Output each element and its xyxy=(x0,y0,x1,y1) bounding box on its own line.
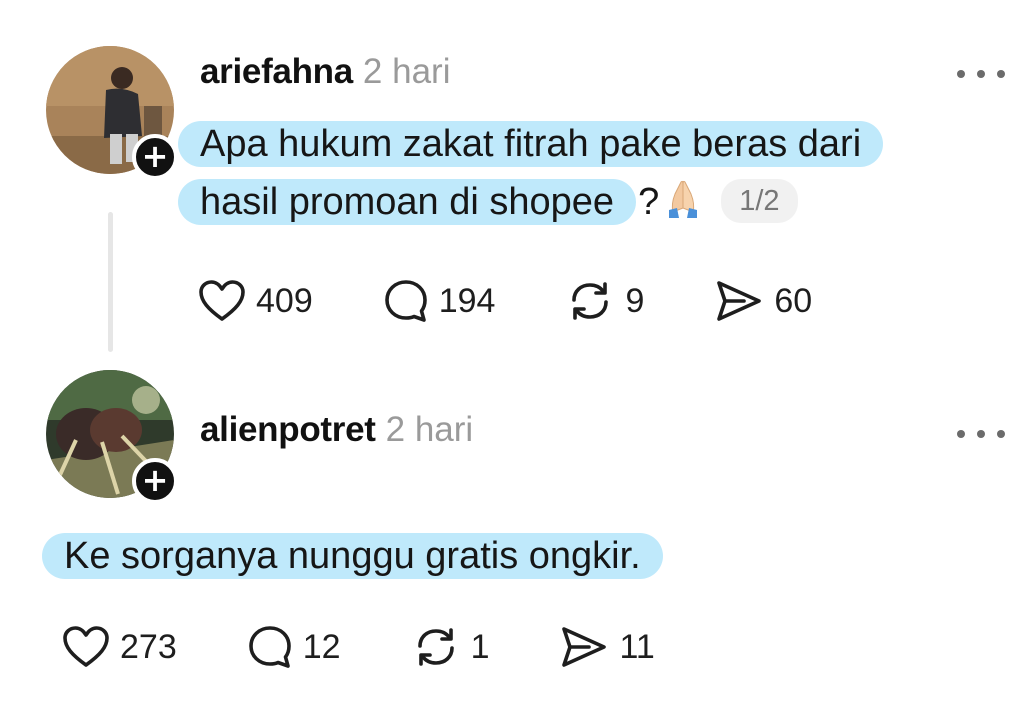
repost-icon xyxy=(411,624,461,670)
more-dot xyxy=(977,70,985,78)
avatar-ariefahna-wrap[interactable]: + xyxy=(46,46,178,180)
praying-hands-icon xyxy=(663,178,703,232)
repost-button[interactable]: 9 xyxy=(565,278,644,324)
follow-plus-button[interactable]: + xyxy=(132,458,178,504)
post-actions: 409 194 9 60 xyxy=(198,276,882,326)
repost-count: 1 xyxy=(470,627,490,666)
reply-button[interactable]: 194 xyxy=(383,278,496,324)
post-header: ariefahna 2 hari xyxy=(200,52,450,102)
post-text-line-1: Apa hukum zakat fitrah pake beras dari xyxy=(178,120,884,168)
follow-plus-button[interactable]: + xyxy=(132,134,178,180)
repost-button[interactable]: 1 xyxy=(411,624,490,670)
reply-count: 12 xyxy=(302,627,341,666)
post-alienpotret[interactable]: + alienpotret 2 hari Ke sorganya nunggu … xyxy=(0,360,1027,711)
more-dot xyxy=(997,430,1005,438)
more-dot xyxy=(957,430,965,438)
share-count: 11 xyxy=(619,627,655,666)
more-options-button[interactable] xyxy=(957,424,1005,444)
heart-icon xyxy=(198,279,246,323)
send-icon xyxy=(714,279,764,323)
more-dot xyxy=(997,70,1005,78)
thread-pager[interactable]: 1/2 xyxy=(721,179,798,223)
more-dot xyxy=(957,70,965,78)
post-text-line-2: hasil promoan di shopee? 1/2 xyxy=(178,178,798,232)
post-header: alienpotret 2 hari xyxy=(200,410,473,460)
timestamp: 2 hari xyxy=(362,52,451,91)
reply-button[interactable]: 12 xyxy=(247,624,341,670)
comment-icon xyxy=(383,278,429,324)
heart-icon xyxy=(62,625,110,669)
thread-connector-line xyxy=(108,212,113,352)
avatar-alienpotret-wrap[interactable]: + xyxy=(46,370,178,504)
reply-count: 194 xyxy=(438,281,496,320)
username[interactable]: alienpotret xyxy=(200,410,376,450)
timestamp: 2 hari xyxy=(385,410,474,449)
comment-icon xyxy=(247,624,293,670)
share-button[interactable]: 60 xyxy=(714,279,812,323)
highlighted-text: Ke sorganya nunggu gratis ongkir. xyxy=(42,533,663,579)
highlighted-text: Apa hukum zakat fitrah pake beras dari xyxy=(178,121,884,167)
like-button[interactable]: 273 xyxy=(62,625,177,669)
share-button[interactable]: 11 xyxy=(559,625,655,669)
like-count: 273 xyxy=(120,627,177,666)
like-count: 409 xyxy=(256,281,313,320)
more-options-button[interactable] xyxy=(957,64,1005,84)
repost-icon xyxy=(565,278,615,324)
like-button[interactable]: 409 xyxy=(198,279,313,323)
question-mark: ? xyxy=(638,181,660,223)
username[interactable]: ariefahna xyxy=(200,52,353,92)
repost-count: 9 xyxy=(625,281,645,320)
more-dot xyxy=(977,430,985,438)
post-actions: 273 12 1 11 xyxy=(62,622,725,672)
post-text-line-1: Ke sorganya nunggu gratis ongkir. xyxy=(42,532,663,580)
post-ariefahna[interactable]: + ariefahna 2 hari Apa hukum zakat fitra… xyxy=(0,0,1027,360)
share-count: 60 xyxy=(774,281,813,320)
send-icon xyxy=(559,625,609,669)
highlighted-text: hasil promoan di shopee xyxy=(178,179,637,225)
